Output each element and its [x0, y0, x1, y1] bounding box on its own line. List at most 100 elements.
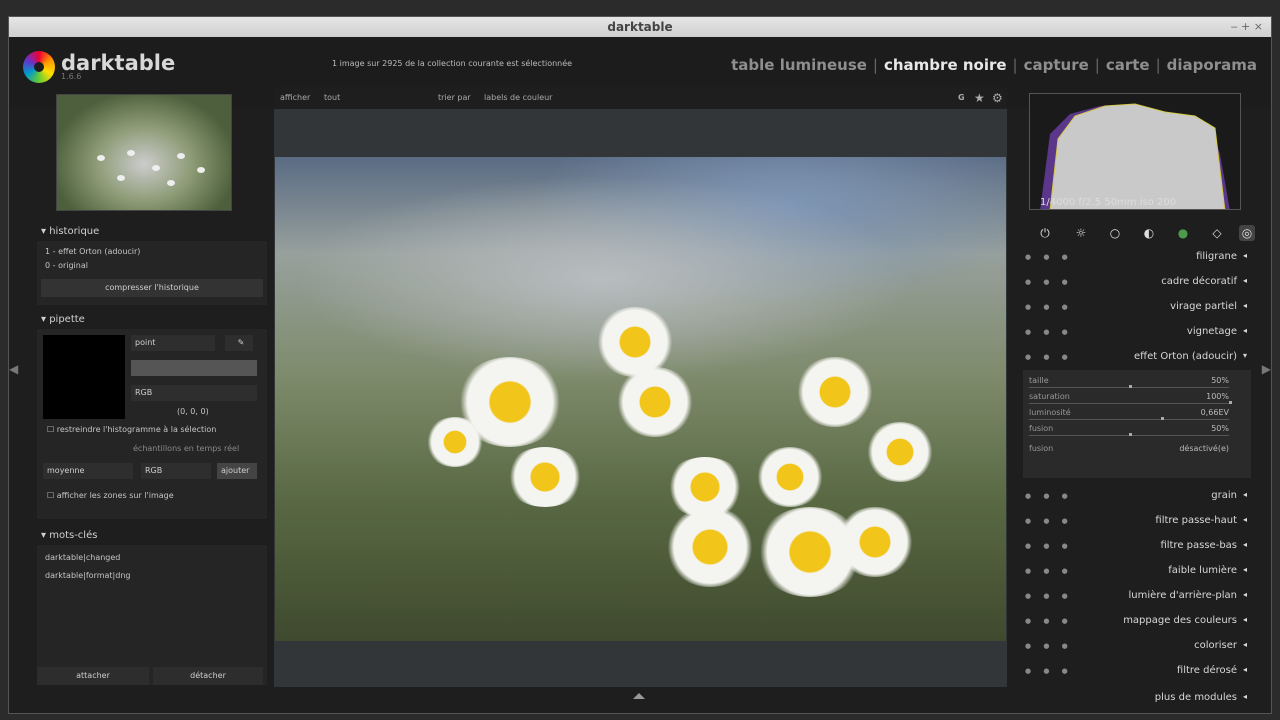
slider-marker[interactable] — [1229, 401, 1232, 404]
orton-slider[interactable]: taille 50% — [1029, 376, 1245, 390]
module-item[interactable]: ● ● ● filigrane ◂ — [1019, 245, 1255, 269]
module-toggle-icons[interactable]: ● ● ● — [1025, 253, 1073, 261]
module-toggle-icons[interactable]: ● ● ● — [1025, 492, 1073, 500]
module-toggle-icons[interactable]: ● ● ● — [1025, 353, 1073, 361]
module-expand-icon[interactable]: ◂ — [1243, 540, 1247, 549]
more-modules-button[interactable]: plus de modules ◂ — [1019, 686, 1255, 710]
module-toggle-icons[interactable]: ● ● ● — [1025, 667, 1073, 675]
view-darkroom[interactable]: chambre noire — [884, 56, 1007, 74]
tone-group-icon[interactable]: ◐ — [1141, 225, 1157, 241]
orton-slider[interactable]: saturation 100% — [1029, 392, 1245, 406]
navigation-thumbnail[interactable] — [56, 94, 232, 211]
orton-slider[interactable]: fusion 50% — [1029, 424, 1245, 438]
bottom-collapse-icon[interactable] — [633, 693, 645, 699]
module-expand-icon[interactable]: ◂ — [1243, 301, 1247, 310]
attach-button[interactable]: attacher — [37, 667, 149, 685]
g-icon[interactable]: G — [958, 87, 965, 109]
module-item[interactable]: ● ● ● filtre passe-bas ◂ — [1019, 534, 1255, 558]
correct-group-icon[interactable]: ◇ — [1209, 225, 1225, 241]
module-item[interactable]: ● ● ● filtre dérosé ◂ — [1019, 659, 1255, 683]
effects-group-icon[interactable]: ◎ — [1239, 225, 1255, 241]
picker-colorspace-select[interactable]: RGB — [131, 385, 257, 401]
module-expand-icon[interactable]: ◂ — [1243, 565, 1247, 574]
module-toggle-icons[interactable]: ● ● ● — [1025, 642, 1073, 650]
module-item[interactable]: ● ● ● cadre décoratif ◂ — [1019, 270, 1255, 294]
module-item[interactable]: ● ● ● mappage des couleurs ◂ — [1019, 609, 1255, 633]
module-expand-icon[interactable]: ◂ — [1243, 326, 1247, 335]
tags-panel: darktable|changed darktable|format|dng a… — [37, 545, 267, 685]
sort-select[interactable]: labels de couleur — [484, 87, 552, 109]
slider-marker[interactable] — [1129, 433, 1132, 436]
sort-label: trier par — [438, 93, 471, 102]
show-zones-checkbox[interactable]: ☐ afficher les zones sur l'image — [47, 491, 174, 500]
show-select[interactable]: tout — [324, 87, 340, 109]
module-item[interactable]: ● ● ● grain ◂ — [1019, 484, 1255, 508]
gear-icon[interactable]: ⚙ — [992, 87, 1003, 109]
module-toggle-icons[interactable]: ● ● ● — [1025, 592, 1073, 600]
eyedropper-icon[interactable]: ✎ — [225, 335, 253, 351]
slider-marker[interactable] — [1129, 385, 1132, 388]
tag-item[interactable]: darktable|format|dng — [45, 571, 130, 580]
slider-track[interactable] — [1029, 403, 1229, 404]
module-item[interactable]: ● ● ● vignetage ◂ — [1019, 320, 1255, 344]
module-expand-icon[interactable]: ◂ — [1243, 251, 1247, 260]
module-expand-icon[interactable]: ◂ — [1243, 665, 1247, 674]
view-map[interactable]: carte — [1106, 56, 1150, 74]
compress-history-button[interactable]: compresser l'historique — [41, 279, 263, 297]
module-toggle-icons[interactable]: ● ● ● — [1025, 567, 1073, 575]
module-name: coloriser — [1194, 640, 1237, 651]
module-toggle-icons[interactable]: ● ● ● — [1025, 278, 1073, 286]
color-group-icon[interactable]: ● — [1175, 225, 1191, 241]
slider-marker[interactable] — [1161, 417, 1164, 420]
module-expand-icon[interactable]: ◂ — [1243, 276, 1247, 285]
add-sample-button[interactable]: ajouter — [217, 463, 257, 479]
module-toggle-icons[interactable]: ● ● ● — [1025, 328, 1073, 336]
module-toggle-icons[interactable]: ● ● ● — [1025, 517, 1073, 525]
right-collapse-icon[interactable]: ▶ — [1262, 362, 1271, 376]
restrict-histogram-checkbox[interactable]: ☐ restreindre l'histogramme à la sélecti… — [47, 425, 216, 434]
window-titlebar: darktable ‒ + × — [9, 17, 1271, 37]
view-capture[interactable]: capture — [1024, 56, 1089, 74]
module-toggle-icons[interactable]: ● ● ● — [1025, 617, 1073, 625]
module-toggle-icons[interactable]: ● ● ● — [1025, 542, 1073, 550]
stat-select[interactable]: moyenne — [43, 463, 133, 479]
left-collapse-icon[interactable]: ◀ — [9, 362, 18, 376]
history-item[interactable]: 0 - original — [45, 261, 88, 270]
module-item[interactable]: ● ● ● virage partiel ◂ — [1019, 295, 1255, 319]
module-item[interactable]: ● ● ● coloriser ◂ — [1019, 634, 1255, 658]
module-expand-icon[interactable]: ◂ — [1243, 615, 1247, 624]
module-expand-icon[interactable]: ▾ — [1243, 351, 1247, 360]
window-controls[interactable]: ‒ + × — [1231, 17, 1263, 37]
history-item[interactable]: 1 - effet Orton (adoucir) — [45, 247, 140, 256]
tag-item[interactable]: darktable|changed — [45, 553, 120, 562]
blend-label: fusion — [1029, 444, 1054, 453]
histogram[interactable]: 1/4000 f/2.5 50mm iso 200 — [1029, 93, 1241, 210]
module-item[interactable]: ● ● ● faible lumière ◂ — [1019, 559, 1255, 583]
power-icon[interactable]: ⏻ — [1037, 225, 1053, 241]
blend-select[interactable]: fusion désactivé(e) — [1029, 444, 1245, 458]
edited-photo[interactable] — [275, 157, 1006, 641]
module-item[interactable]: ● ● ● filtre passe-haut ◂ — [1019, 509, 1255, 533]
module-expand-icon[interactable]: ◂ — [1243, 490, 1247, 499]
stat-colorspace-select[interactable]: RGB — [141, 463, 211, 479]
view-slideshow[interactable]: diaporama — [1167, 56, 1257, 74]
picker-header[interactable]: ▾ pipette — [37, 311, 267, 329]
module-toggle-icons[interactable]: ● ● ● — [1025, 303, 1073, 311]
more-modules-label: plus de modules — [1154, 692, 1237, 703]
basic-group-icon[interactable]: ○ — [1107, 225, 1123, 241]
window-title: darktable — [607, 20, 673, 34]
orton-slider[interactable]: luminosité 0,66EV — [1029, 408, 1245, 422]
tags-header[interactable]: ▾ mots-clés — [37, 527, 267, 545]
history-header[interactable]: ▾ historique — [37, 223, 267, 241]
module-expand-icon[interactable]: ◂ — [1243, 590, 1247, 599]
module-expand-icon[interactable]: ◂ — [1243, 640, 1247, 649]
slider-track[interactable] — [1029, 419, 1229, 420]
favorites-icon[interactable]: ☼ — [1073, 225, 1089, 241]
picker-mode-select[interactable]: point — [131, 335, 215, 351]
module-item[interactable]: ● ● ● lumière d'arrière-plan ◂ — [1019, 584, 1255, 608]
view-lighttable[interactable]: table lumineuse — [731, 56, 867, 74]
module-item[interactable]: ● ● ● effet Orton (adoucir) ▾ — [1019, 345, 1255, 369]
detach-button[interactable]: détacher — [153, 667, 263, 685]
star-icon[interactable]: ★ — [974, 87, 985, 109]
module-expand-icon[interactable]: ◂ — [1243, 515, 1247, 524]
